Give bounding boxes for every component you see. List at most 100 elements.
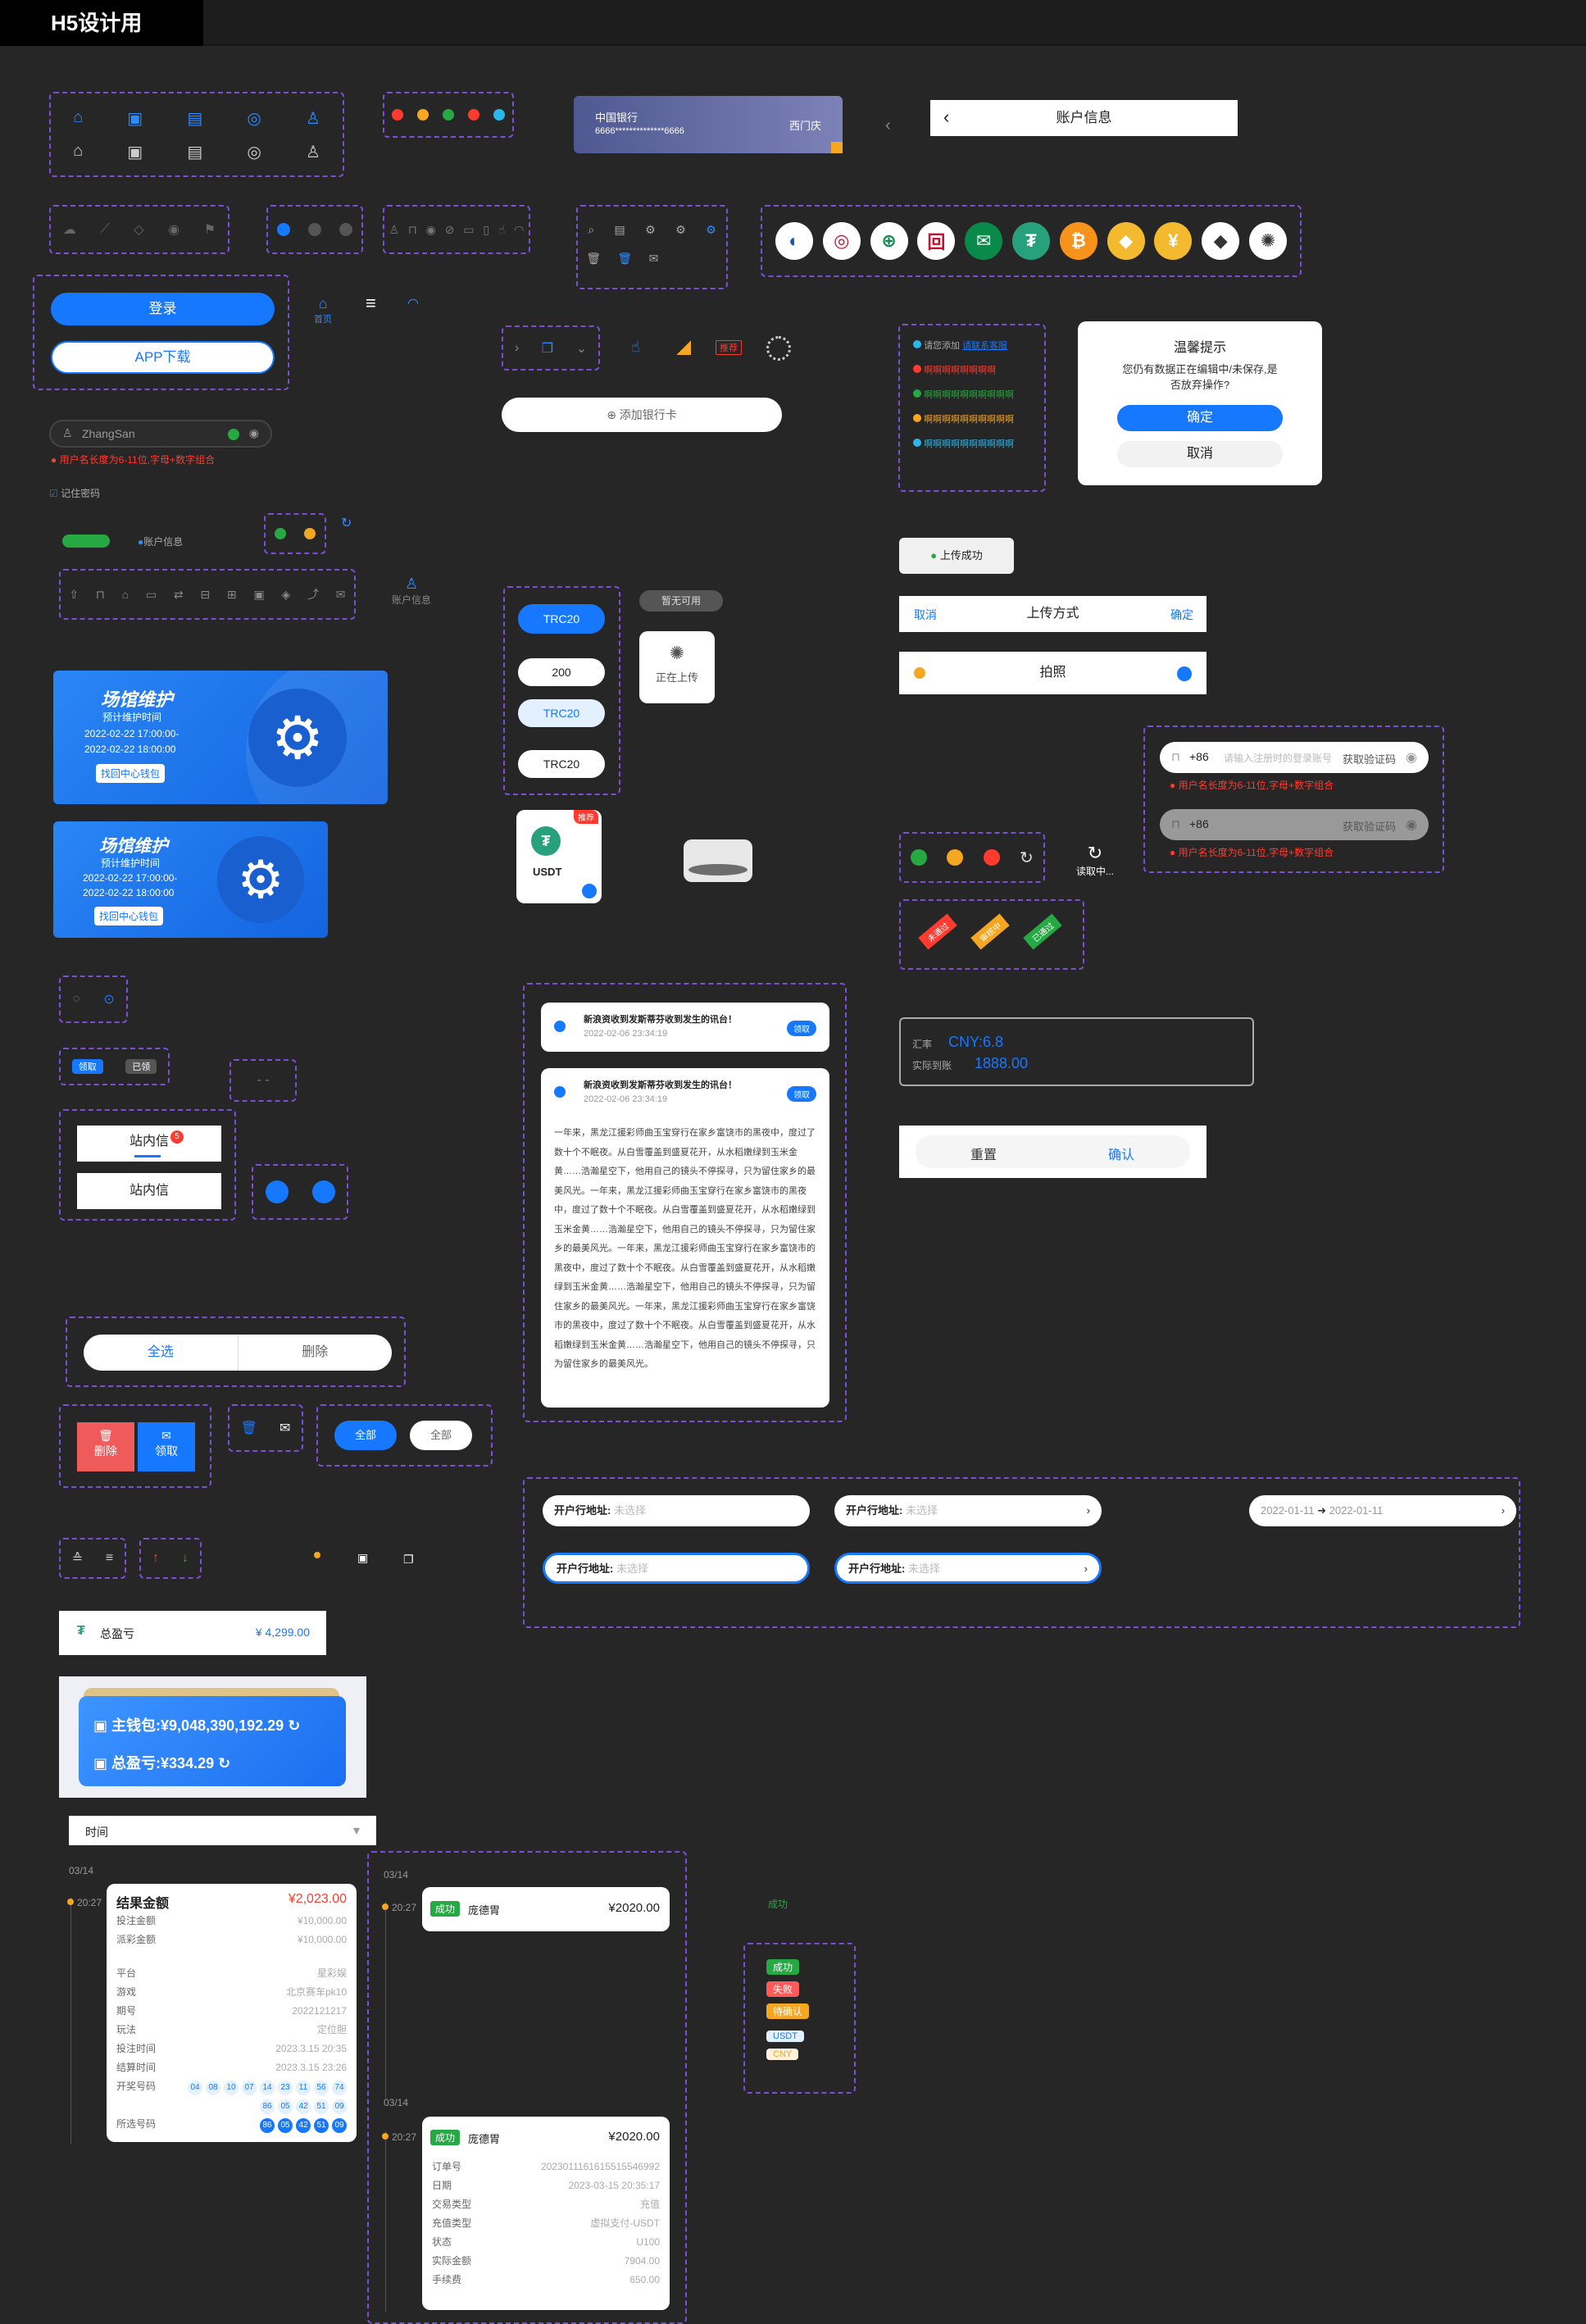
bank-address-select-focused-arrow[interactable]: 开户行地址: 未选择 › — [834, 1553, 1102, 1584]
trc20-chip[interactable]: TRC20 — [518, 750, 605, 778]
abc-logo-icon[interactable]: ⊕ — [870, 222, 908, 260]
postal-logo-icon[interactable]: ✉ — [965, 222, 1003, 260]
confirm-button[interactable]: 确认 — [1108, 1144, 1134, 1163]
bank-card[interactable]: 中国银行 6666**************6666 西门庆 — [574, 96, 843, 153]
claim-tag[interactable]: 领取 — [71, 1059, 103, 1074]
radio-checked-icon[interactable]: ⊙ — [103, 991, 114, 1007]
support-outline-icon[interactable]: ◎ — [247, 142, 261, 162]
gift-icon[interactable]: ▣ — [253, 588, 264, 602]
yuan-logo-icon[interactable]: ¥ — [1154, 222, 1193, 260]
date-range-picker[interactable]: 2022-01-11 ➜ 2022-01-11 › — [1249, 1495, 1516, 1526]
refresh-icon[interactable]: ↻ — [341, 515, 352, 531]
all-filter[interactable]: 全部 — [410, 1421, 472, 1450]
message-icon[interactable]: ▤ — [615, 223, 625, 237]
home-icon[interactable]: ⌂ — [73, 108, 83, 129]
radio-empty-icon[interactable]: ○ — [72, 992, 80, 1007]
chart-icon[interactable]: ⟋ — [100, 222, 109, 237]
share-icon[interactable]: ⤴ — [307, 586, 319, 603]
ccb-logo-icon[interactable]: ◐ — [775, 222, 813, 260]
upload-option-row[interactable]: 拍照 — [899, 652, 1207, 694]
lock-icon[interactable]: ⊓ — [408, 223, 417, 237]
country-code[interactable]: +86 — [1189, 750, 1209, 763]
user-outline-icon[interactable]: ♙ — [306, 142, 320, 162]
mail-tab-active[interactable]: 站内信 5 — [77, 1126, 221, 1162]
bnb-logo-icon[interactable]: ◆ — [1107, 222, 1145, 260]
sort-icon[interactable]: ≙ — [72, 1550, 83, 1567]
chat-icon[interactable]: ☁ — [63, 221, 76, 238]
lock-icon[interactable]: ⊓ — [96, 588, 105, 602]
trc20-chip-selected[interactable]: TRC20 — [518, 604, 605, 634]
get-code-button[interactable]: 获取验证码 — [1343, 818, 1396, 834]
bet-record-card[interactable]: 结果金额 ¥2,023.00 投注金额 ¥10,000.00 派彩金额 ¥10,000.… — [107, 1884, 357, 2142]
tether-logo-icon[interactable]: ₮ — [1011, 222, 1050, 260]
copy-icon[interactable]: ❐ — [403, 1553, 414, 1567]
recover-wallet-button[interactable]: 找回中心钱包 — [96, 764, 166, 783]
bank-address-select-focused[interactable]: 开户行地址: 未选择 — [543, 1553, 810, 1584]
mail-open-icon[interactable]: ✉ — [649, 252, 659, 266]
bank-icon[interactable]: ⌂ — [122, 588, 129, 601]
megaphone-icon[interactable] — [265, 1180, 289, 1203]
phone-input-disabled[interactable]: ⊓ +86 获取验证码 ◉ — [1160, 809, 1429, 840]
delete-button[interactable]: 删除 — [239, 1335, 393, 1371]
reset-button[interactable]: 重置 — [970, 1144, 997, 1163]
message-item[interactable]: 新浪资收到发斯蒂芬收到发生的讯台！ 2022-02-06 23:34:19 领取 — [541, 1003, 829, 1052]
amount-chip[interactable]: 200 — [518, 658, 605, 686]
calendar-icon[interactable]: ▣ — [357, 1551, 368, 1565]
thumb-icon[interactable]: ☝ — [498, 223, 506, 237]
eye-icon[interactable]: ◉ — [1406, 816, 1417, 833]
icbc-logo-icon[interactable]: 回 — [917, 222, 956, 260]
phone-input[interactable]: ⊓ +86 请输入注册时的登录账号 获取验证码 ◉ — [1160, 742, 1429, 773]
trash-icon[interactable]: 🗑 — [586, 252, 601, 266]
coin-icon[interactable]: ◉ — [168, 221, 180, 238]
bank-address-select[interactable]: 开户行地址: 未选择 — [543, 1495, 810, 1526]
login-button[interactable]: 登录 — [51, 293, 275, 325]
menu-icon[interactable]: ≡ — [366, 293, 376, 314]
deposit-icon[interactable]: ⊞ — [227, 588, 237, 602]
search-icon[interactable]: ⌕ — [588, 223, 594, 237]
phone-icon[interactable]: ▯ — [483, 223, 489, 237]
upload-icon[interactable]: ⇧ — [69, 588, 79, 602]
claim-button[interactable]: 领取 — [787, 1021, 816, 1036]
chevron-down-icon[interactable]: ⌄ — [576, 340, 587, 357]
usdt-card[interactable]: 推荐 ₮ USDT — [516, 810, 602, 903]
document-icon[interactable]: ▤ — [187, 108, 202, 129]
gear-active-icon[interactable]: ⚙ — [706, 223, 716, 237]
add-bank-card-button[interactable]: ⊕ 添加银行卡 — [502, 398, 782, 432]
checkbox-icon[interactable]: ☑ — [49, 488, 58, 499]
txn-detail-card[interactable]: 成功 庞德胃 ¥2020.00 订单号 202301116161551554699… — [422, 2117, 670, 2310]
flag-icon[interactable]: ⚑ — [204, 221, 216, 238]
radio-unchecked-icon[interactable] — [308, 223, 321, 236]
username-input[interactable]: ♙ ZhangSan ◉ — [49, 420, 272, 448]
copy-icon[interactable]: ❐ — [542, 340, 553, 357]
back-icon[interactable]: ‹ — [943, 107, 949, 128]
filter-icon[interactable]: ≡ — [106, 1551, 113, 1566]
mail-open-icon[interactable]: ✉ — [279, 1420, 290, 1436]
boc-logo-icon[interactable]: ◎ — [822, 222, 861, 260]
chevron-left-icon[interactable]: ‹ — [885, 116, 891, 135]
trash-icon[interactable]: 🗑 — [241, 1420, 257, 1436]
withdraw-icon[interactable]: ⊟ — [200, 588, 210, 602]
bitcoin-logo-icon[interactable]: ₿ — [1059, 222, 1097, 260]
swipe-claim-button[interactable]: ✉ 领取 — [138, 1422, 195, 1471]
get-code-button[interactable]: 获取验证码 — [1343, 751, 1396, 766]
upload-confirm-button[interactable]: 确定 — [1170, 607, 1193, 623]
vip-icon[interactable]: ◈ — [281, 588, 290, 602]
app-download-button[interactable]: APP下载 — [51, 341, 275, 374]
diamond-icon[interactable]: ◇ — [134, 221, 143, 238]
mail-icon[interactable] — [311, 1180, 335, 1203]
gear-outline-icon[interactable]: ⚙ — [675, 223, 686, 237]
account-info-nav[interactable]: ♙ 账户信息 — [392, 575, 431, 607]
chevron-right-icon[interactable]: › — [515, 341, 519, 356]
settings-icon[interactable]: ⚙ — [645, 223, 656, 237]
headset-icon[interactable]: ◠ — [407, 295, 419, 312]
country-code[interactable]: +86 — [1189, 817, 1209, 830]
user-icon[interactable]: ♙ — [306, 108, 320, 129]
time-filter[interactable]: 时间 ▾ — [69, 1816, 376, 1845]
pointer-icon[interactable]: ☝ — [631, 339, 640, 356]
remember-password[interactable]: ☑ 记住密码 — [49, 486, 100, 500]
refresh-icon[interactable]: ↻ — [288, 1717, 300, 1734]
card-icon[interactable]: ▭ — [146, 588, 157, 602]
select-all-button[interactable]: 全选 — [84, 1335, 239, 1371]
cardano-logo-icon[interactable]: ✺ — [1249, 222, 1288, 260]
eye-icon[interactable]: ◉ — [1406, 749, 1417, 766]
